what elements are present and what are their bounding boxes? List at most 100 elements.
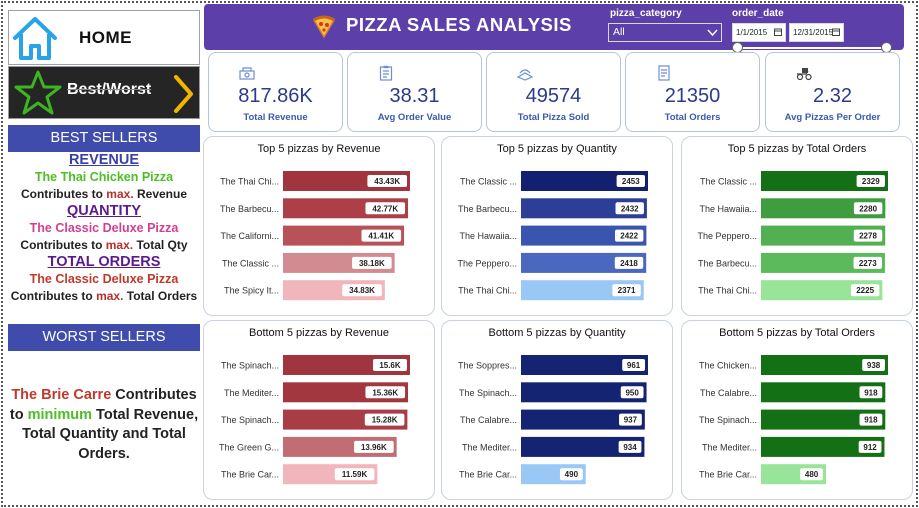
category-label: The Mediter... [462, 442, 517, 452]
quantity-heading: QUANTITY [66, 203, 142, 219]
data-label: 937 [624, 416, 638, 425]
category-label: The Calabre... [700, 388, 757, 398]
data-label: 13.96K [361, 443, 387, 452]
category-label: The Classic ... [700, 177, 757, 187]
revenue-note-post: Revenue [133, 187, 188, 201]
chart-plot: The Soppres... 961 The Spinach... 950 The Ca… [458, 355, 648, 485]
data-label: 15.6K [379, 361, 401, 370]
kpi-value: 49574 [525, 85, 582, 107]
worst-minimum: minimum [27, 406, 93, 423]
category-label: The Mediter... [702, 442, 757, 452]
best-worst-label: Best/Worst [67, 81, 152, 98]
category-label: The Classic ... [222, 258, 279, 268]
date-slicer-label: order_date [732, 8, 784, 19]
category-label: The Thai Chi... [220, 177, 279, 187]
kpi-avg-pizzas-per-order: 2.32 Avg Pizzas Per Order [765, 52, 900, 132]
orders-note: Contributes to max. Total Orders [8, 288, 200, 305]
chart-plot: The Spinach... 15.6K The Mediter... 15.36K T… [219, 355, 410, 485]
data-label: 480 [805, 470, 819, 479]
category-label: The Green G... [219, 442, 279, 452]
category-label: The Hawaiia... [459, 231, 517, 241]
quantity-note: Contributes to max. Total Qty [8, 237, 200, 254]
quantity-note-pre: Contributes to [20, 238, 106, 252]
calendar-icon [774, 28, 782, 36]
kpi-avg-order-value: 38.31 Avg Order Value [347, 52, 482, 132]
data-label: 2453 [622, 177, 640, 186]
data-label: 918 [864, 416, 878, 425]
revenue-note-max: max. [106, 187, 134, 201]
data-label: 34.83K [349, 286, 375, 295]
best-sellers-heading: BEST SELLERS [8, 125, 200, 152]
calendar-icon [832, 28, 840, 36]
home-button[interactable]: HOME [8, 10, 200, 65]
category-label: The Spicy It... [224, 286, 279, 296]
category-label: The Thai Chi... [458, 286, 517, 296]
kpi-value: 2.32 [813, 85, 852, 107]
best-sellers-panel: REVENUE The Thai Chicken Pizza Contribut… [8, 152, 200, 316]
date-end-input[interactable]: 12/31/2015 [789, 23, 844, 42]
chart-plot: The Chicken... 938 The Calabre... 918 The Sp… [699, 355, 888, 485]
revenue-note-pre: Contributes to [20, 187, 107, 201]
chart-plot: The Thai Chi... 43.43K The Barbecu... 42.77… [220, 171, 410, 301]
category-label: The Thai Chi... [698, 286, 757, 296]
best-worst-button[interactable]: Best/Worst [8, 66, 200, 119]
data-label: 42.77K [372, 204, 398, 213]
data-label: 2280 [859, 204, 877, 213]
quantity-note-post: Total Qty [133, 238, 188, 252]
category-label: The Spinach... [699, 415, 757, 425]
star-icon [14, 70, 62, 115]
category-value: All [613, 26, 625, 38]
category-label: The Brie Car... [221, 470, 279, 480]
kpi-value: 817.86K [238, 85, 313, 107]
header-bar: PIZZA SALES ANALYSIS pizza_category All … [204, 4, 904, 53]
orders-best-pizza: The Classic Deluxe Pizza [29, 272, 179, 286]
category-label: The Calabre... [460, 415, 517, 425]
kpi-value: 21350 [664, 85, 721, 107]
data-label: 950 [625, 388, 639, 397]
worst-sellers-text: The Brie Carre Contributes to minimum To… [8, 386, 200, 464]
data-label: 2273 [859, 259, 877, 268]
data-label: 2418 [620, 259, 638, 268]
category-label: The Classic ... [460, 177, 517, 187]
chart-plot: The Classic ... 2453 The Barbecu... 2432 The… [457, 171, 648, 301]
orders-note-max: max. [96, 289, 124, 303]
data-label: 2329 [862, 177, 880, 186]
data-label: 2432 [621, 204, 639, 213]
category-label: The Hawaiia... [699, 204, 757, 214]
quantity-note-max: max. [105, 238, 134, 252]
category-label: The Peppero... [697, 231, 757, 241]
kpi-label: Avg Pizzas Per Order [784, 112, 881, 123]
data-label: 961 [627, 361, 641, 370]
category-label: The Brie Car... [459, 470, 517, 480]
kpi-value: 38.31 [389, 85, 440, 107]
chevron-down-icon [707, 29, 718, 37]
kpi-label: Total Pizza Sold [517, 112, 590, 123]
date-start-input[interactable]: 1/1/2015 [732, 23, 786, 42]
chart-bottom-revenue: Bottom 5 pizzas by Revenue The Spinach..… [203, 320, 435, 500]
date-end-value: 12/31/2015 [793, 28, 834, 37]
clipboard-icon [379, 65, 393, 81]
orders-note-pre: Contributes to [10, 289, 97, 303]
category-label: The Barbecu... [458, 204, 517, 214]
category-label: The Chicken... [699, 361, 757, 371]
page-title: PIZZA SALES ANALYSIS [346, 14, 572, 35]
pizza-icon [313, 15, 335, 38]
data-label: 918 [864, 388, 878, 397]
chart-top-orders: Top 5 pizzas by Total Orders The Classic… [681, 136, 913, 316]
revenue-note: Contributes to max. Revenue [8, 186, 200, 203]
category-dropdown[interactable]: All [608, 23, 722, 42]
money-icon [239, 67, 255, 80]
date-start-value: 1/1/2015 [736, 28, 768, 37]
kpi-total-pizza-sold: 49574 Total Pizza Sold [486, 52, 621, 132]
kpi-label: Avg Order Value [377, 112, 452, 123]
data-label: 11.59K [342, 470, 368, 479]
worst-sellers-heading: WORST SELLERS [8, 324, 200, 351]
quantity-best-pizza: The Classic Deluxe Pizza [29, 221, 179, 235]
chart-bottom-orders: Bottom 5 pizzas by Total Orders The Chic… [681, 320, 913, 500]
kpi-total-orders: 21350 Total Orders [625, 52, 760, 132]
date-slider-track[interactable] [738, 47, 888, 49]
order-icon [658, 65, 670, 81]
data-label: 2225 [856, 286, 874, 295]
data-label: 934 [623, 443, 637, 452]
delivery-icon [796, 68, 812, 81]
